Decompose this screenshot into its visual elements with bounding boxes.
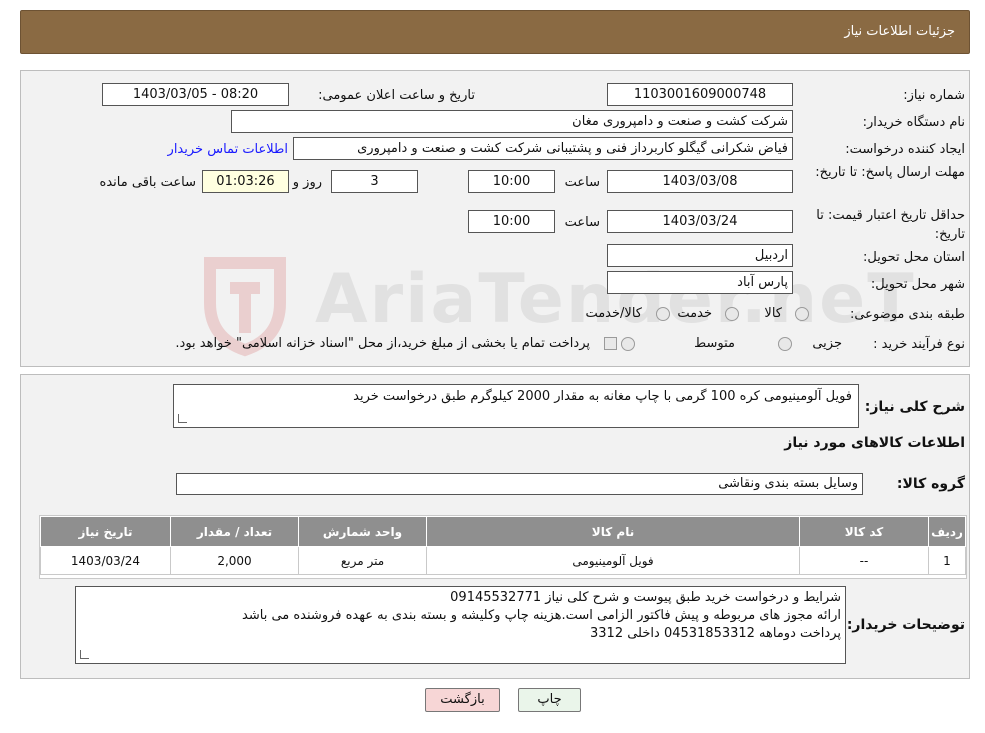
- items-heading: اطلاعات کالاهای مورد نیاز: [784, 435, 965, 451]
- buyer-notes-textarea[interactable]: شرایط و درخواست خرید طبق پیوست و شرح کلی…: [75, 586, 846, 664]
- price-validity-date-field: 1403/03/24: [607, 210, 793, 233]
- resize-grip-icon[interactable]: [80, 650, 89, 659]
- reply-deadline-label: مهلت ارسال پاسخ: تا تاریخ:: [815, 165, 965, 180]
- buyer-notes-line: شرایط و درخواست خرید طبق پیوست و شرح کلی…: [450, 590, 841, 605]
- table-row: 1 -- فویل آلومینیومی متر مربع 2,000 1403…: [40, 546, 966, 575]
- reply-date-field: 1403/03/08: [607, 170, 793, 193]
- col-row: ردیف: [928, 516, 966, 547]
- purchase-radio-medium[interactable]: [621, 337, 635, 351]
- need-number-label: شماره نیاز:: [903, 88, 965, 103]
- need-summary-text: فویل آلومینیومی کره 100 گرمی با چاپ مغان…: [353, 389, 852, 404]
- buyer-contact-link[interactable]: اطلاعات تماس خریدار: [168, 142, 288, 157]
- buyer-org-field: شرکت کشت و صنعت و دامپروری مغان: [231, 110, 793, 133]
- province-field: اردبیل: [607, 244, 793, 267]
- announce-label: تاریخ و ساعت اعلان عمومی:: [318, 88, 475, 103]
- col-quantity: تعداد / مقدار: [170, 516, 299, 547]
- items-table: ردیف کد کالا نام کالا واحد شمارش تعداد /…: [40, 516, 966, 575]
- city-field: پارس آباد: [607, 271, 793, 294]
- cell-name: فویل آلومینیومی: [426, 546, 800, 575]
- category-option-goods-service: کالا/خدمت: [585, 306, 642, 321]
- resize-grip-icon[interactable]: [178, 414, 187, 423]
- cell-code: --: [799, 546, 929, 575]
- purchase-option-minor: جزیی: [812, 336, 842, 351]
- cell-row: 1: [928, 546, 966, 575]
- purchase-type-label: نوع فرآیند خرید :: [873, 337, 965, 352]
- cell-quantity: 2,000: [170, 546, 299, 575]
- remaining-time-field: 01:03:26: [202, 170, 289, 193]
- reply-time-label: ساعت: [564, 175, 600, 190]
- days-field: 3: [331, 170, 418, 193]
- creator-field: فیاض شکرانی گیگلو کاربرداز فنی و پشتیبان…: [293, 137, 793, 160]
- col-need-date: تاریخ نیاز: [40, 516, 171, 547]
- announce-date-field: 1403/03/05 - 08:20: [102, 83, 289, 106]
- buyer-notes-label: توضیحات خریدار:: [846, 617, 965, 633]
- purchase-option-medium: متوسط: [694, 336, 735, 351]
- cell-unit: متر مربع: [298, 546, 427, 575]
- buyer-notes-line: پرداخت دوماهه 04531853312 داخلی 3312: [590, 626, 841, 641]
- purchase-note: پرداخت تمام یا بخشی از مبلغ خرید،از محل …: [175, 336, 590, 351]
- price-validity-time-field: 10:00: [468, 210, 555, 233]
- category-option-goods: کالا: [764, 306, 782, 321]
- reply-time-field: 10:00: [468, 170, 555, 193]
- category-radio-goods-service[interactable]: [656, 307, 670, 321]
- category-option-service: خدمت: [677, 306, 712, 321]
- col-code: کد کالا: [799, 516, 929, 547]
- cell-need-date: 1403/03/24: [40, 546, 171, 575]
- need-number-field: 1103001609000748: [607, 83, 793, 106]
- page-title: جزئیات اطلاعات نیاز: [844, 24, 955, 39]
- col-name: نام کالا: [426, 516, 800, 547]
- category-radio-service[interactable]: [725, 307, 739, 321]
- city-label: شهر محل تحویل:: [870, 277, 965, 292]
- days-label: روز و: [292, 175, 322, 190]
- category-radio-goods[interactable]: [795, 307, 809, 321]
- remaining-time-label: ساعت باقی مانده: [99, 175, 196, 190]
- item-group-field: وسایل بسته بندی ونقاشی: [176, 473, 863, 495]
- treasury-checkbox[interactable]: [604, 337, 617, 350]
- province-label: استان محل تحویل:: [863, 250, 965, 265]
- item-group-label: گروه کالا:: [896, 476, 965, 492]
- buyer-notes-line: ارائه مجوز های مربوطه و پیش فاکتور الزام…: [242, 608, 841, 623]
- need-summary-textarea[interactable]: فویل آلومینیومی کره 100 گرمی با چاپ مغان…: [173, 384, 859, 428]
- category-label: طبقه بندی موضوعی:: [849, 307, 965, 322]
- price-validity-time-label: ساعت: [564, 215, 600, 230]
- print-button[interactable]: چاپ: [518, 688, 581, 712]
- items-table-wrapper: ردیف کد کالا نام کالا واحد شمارش تعداد /…: [39, 515, 967, 579]
- purchase-radio-minor[interactable]: [778, 337, 792, 351]
- items-table-header-row: ردیف کد کالا نام کالا واحد شمارش تعداد /…: [40, 516, 966, 547]
- creator-label: ایجاد کننده درخواست:: [845, 142, 965, 157]
- page-header: جزئیات اطلاعات نیاز: [20, 10, 970, 54]
- buyer-org-label: نام دستگاه خریدار:: [862, 115, 965, 130]
- need-summary-label: شرح کلی نیاز:: [864, 399, 965, 415]
- back-button[interactable]: بازگشت: [425, 688, 500, 712]
- price-validity-label: حداقل تاریخ اعتبار قیمت: تا تاریخ:: [816, 208, 965, 242]
- col-unit: واحد شمارش: [298, 516, 427, 547]
